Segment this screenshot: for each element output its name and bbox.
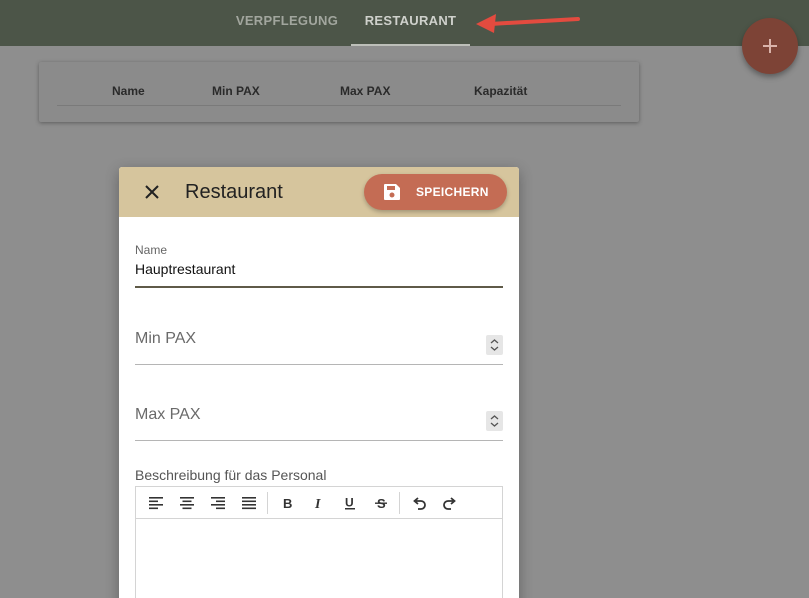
dialog-header: Restaurant SPEICHERN [119,167,519,217]
align-right-button[interactable] [209,494,227,512]
restaurant-dialog: Restaurant SPEICHERN Name Hauptrestauran… [119,167,519,598]
undo-icon [413,497,426,510]
min-pax-field[interactable]: Min PAX [135,327,503,365]
column-header-min-pax[interactable]: Min PAX [212,84,260,98]
bold-button[interactable]: B [279,494,297,512]
column-header-kapazitaet[interactable]: Kapazität [474,84,527,98]
underline-icon: U [345,496,355,510]
italic-button[interactable]: I [310,494,328,512]
max-pax-field[interactable]: Max PAX [135,403,503,441]
max-pax-placeholder: Max PAX [135,406,201,423]
annotation-arrow-icon [476,14,580,33]
align-left-button[interactable] [147,494,165,512]
redo-icon [443,497,456,510]
tab-verpflegung[interactable]: VERPFLEGUNG [226,0,348,46]
align-justify-icon [242,497,256,510]
editor-toolbar: B I U S [136,487,502,519]
svg-text:I: I [314,497,321,510]
description-label: Beschreibung für das Personal [135,467,327,483]
table-divider [57,105,621,106]
svg-text:U: U [345,496,354,510]
restaurant-table: Name Min PAX Max PAX Kapazität [39,62,639,122]
align-justify-button[interactable] [240,494,258,512]
save-button-label: SPEICHERN [416,185,489,199]
description-editor[interactable]: B I U S [135,486,503,598]
min-pax-stepper[interactable] [486,335,503,355]
top-navigation-bar: VERPFLEGUNG RESTAURANT [0,0,809,46]
name-field-value: Hauptrestaurant [135,261,236,277]
align-left-icon [149,497,163,510]
save-icon [384,184,400,200]
save-button[interactable]: SPEICHERN [364,174,507,210]
close-button[interactable] [139,179,165,205]
close-icon [145,185,159,199]
align-right-icon [211,497,225,510]
stepper-arrows-icon [490,415,499,427]
tab-restaurant[interactable]: RESTAURANT [351,0,470,46]
svg-text:B: B [283,496,292,510]
bold-icon: B [283,496,292,510]
strikethrough-icon: S [375,496,387,510]
column-header-max-pax[interactable]: Max PAX [340,84,390,98]
min-pax-placeholder: Min PAX [135,330,197,347]
italic-icon: I [314,497,321,510]
stepper-arrows-icon [490,339,499,351]
name-field-label: Name [135,243,168,257]
toolbar-separator [267,492,268,514]
dialog-title: Restaurant [185,181,283,203]
align-center-icon [180,497,194,510]
strikethrough-button[interactable]: S [372,494,390,512]
undo-button[interactable] [410,494,428,512]
add-fab-button[interactable] [742,18,798,74]
max-pax-stepper[interactable] [486,411,503,431]
column-header-name[interactable]: Name [112,84,145,98]
toolbar-separator [399,492,400,514]
underline-button[interactable]: U [341,494,359,512]
redo-button[interactable] [441,494,459,512]
name-field[interactable]: Name Hauptrestaurant [135,243,503,288]
align-center-button[interactable] [178,494,196,512]
plus-icon [763,39,777,53]
